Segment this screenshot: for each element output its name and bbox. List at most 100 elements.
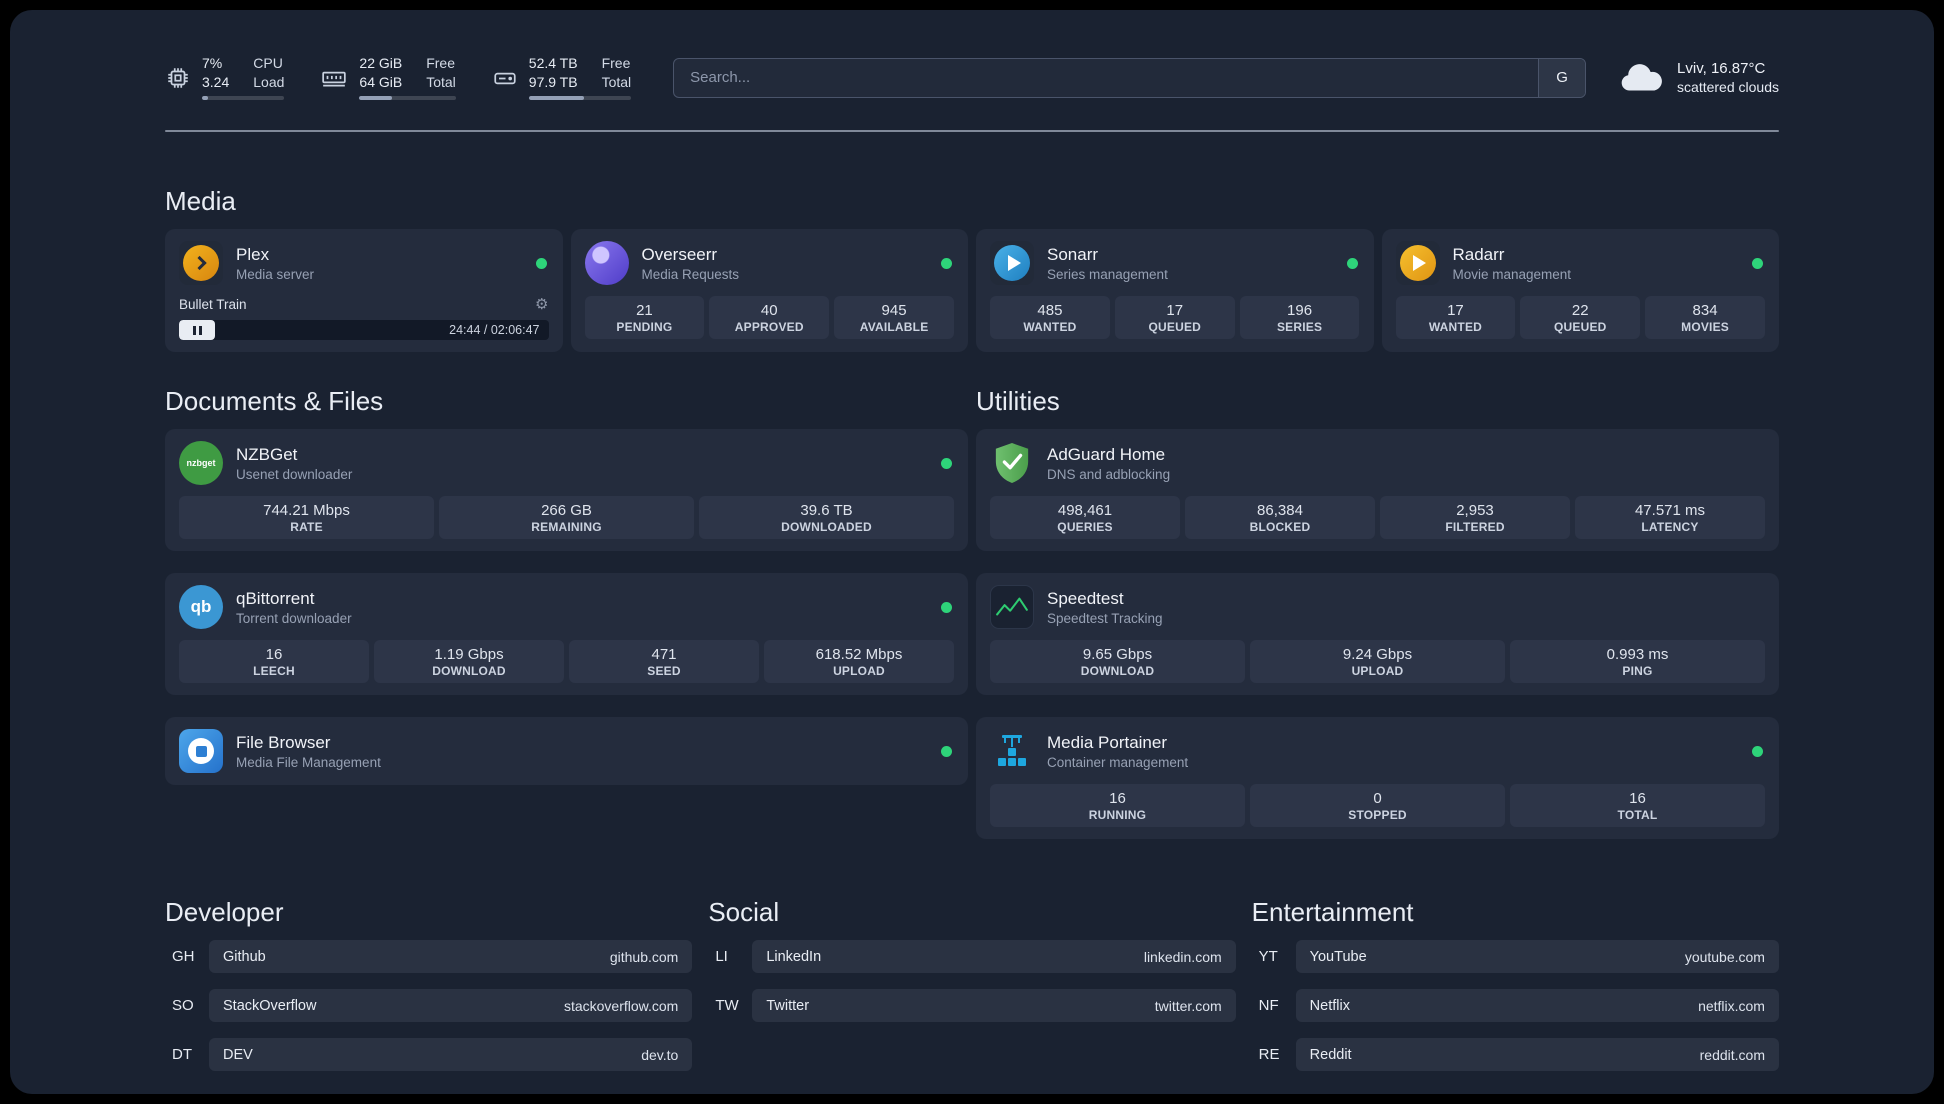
link-url: stackoverflow.com — [563, 997, 679, 1014]
portainer-icon — [990, 729, 1034, 773]
link-abbr: NF — [1258, 997, 1279, 1014]
now-playing-row: Bullet Train ⚙ — [179, 295, 549, 313]
link-abbr: SO — [172, 997, 194, 1014]
qbittorrent-icon: qb — [179, 585, 223, 629]
link-reddit[interactable]: Reddit reddit.com — [1295, 1038, 1779, 1071]
app-card-nzbget[interactable]: nzbget NZBGet Usenet downloader 744.21 M… — [165, 429, 968, 551]
stat-value: 471 — [651, 646, 677, 663]
link-url: linkedin.com — [1143, 948, 1222, 965]
ram-label-top: Free — [426, 55, 456, 71]
stats-row: 485 WANTED 17 QUEUED 196 SERIES — [990, 296, 1360, 339]
status-dot — [941, 601, 952, 613]
disk-icon — [492, 65, 518, 91]
disk-stats-body: 52.4 TB Free 97.9 TB Total — [528, 55, 632, 100]
utilities-section: Utilities AdGuard Home DNS and adblockin… — [976, 386, 1779, 839]
link-twitter[interactable]: Twitter twitter.com — [752, 989, 1236, 1022]
stat-label: AVAILABLE — [859, 320, 929, 334]
playback-progress-bar[interactable]: 24:44 / 02:06:47 — [179, 320, 549, 340]
link-name: Twitter — [766, 997, 810, 1014]
status-dot — [1752, 745, 1763, 757]
link-url: github.com — [609, 948, 679, 965]
stat-value: 17 — [1447, 302, 1464, 319]
gear-icon[interactable]: ⚙ — [535, 295, 548, 313]
nzbget-icon: nzbget — [179, 441, 223, 485]
link-item: RE Reddit reddit.com — [1252, 1038, 1779, 1071]
stat-tile: 9.24 Gbps UPLOAD — [1250, 640, 1505, 683]
stat-label: RUNNING — [1088, 808, 1147, 822]
link-netflix[interactable]: Netflix netflix.com — [1295, 989, 1779, 1022]
cpu-stats: 7% CPU 3.24 Load — [165, 55, 285, 100]
link-url: twitter.com — [1154, 997, 1222, 1014]
developer-section: Developer GH Github github.com SO StackO… — [165, 897, 693, 1071]
stat-tile: 16 RUNNING — [990, 784, 1245, 827]
link-github[interactable]: Github github.com — [209, 940, 693, 973]
link-linkedin[interactable]: LinkedIn linkedin.com — [752, 940, 1236, 973]
status-dot — [1752, 257, 1763, 269]
stat-tile: 471 SEED — [569, 640, 759, 683]
app-text: AdGuard Home DNS and adblocking — [1047, 445, 1765, 482]
stat-label: SERIES — [1276, 320, 1323, 334]
weather-widget: Lviv, 16.87°C scattered clouds — [1618, 60, 1779, 95]
app-text: NZBGet Usenet downloader — [236, 445, 928, 482]
card-header: File Browser Media File Management — [179, 729, 954, 773]
ram-free: 22 GiB — [359, 55, 403, 71]
stat-label: FILTERED — [1445, 520, 1505, 534]
app-card-adguard[interactable]: AdGuard Home DNS and adblocking 498,461 … — [976, 429, 1779, 551]
status-dot — [941, 457, 952, 469]
link-stackoverflow[interactable]: StackOverflow stackoverflow.com — [209, 989, 693, 1022]
pause-icon[interactable] — [179, 320, 215, 340]
topbar: 7% CPU 3.24 Load 22 GiB Free 64 GiB Tota… — [165, 10, 1779, 100]
link-abbr: GH — [172, 948, 195, 965]
link-youtube[interactable]: YouTube youtube.com — [1295, 940, 1779, 973]
app-text: qBittorrent Torrent downloader — [236, 589, 928, 626]
link-dev[interactable]: DEV dev.to — [209, 1038, 693, 1071]
app-card-portainer[interactable]: Media Portainer Container management 16 … — [976, 717, 1779, 839]
link-url: youtube.com — [1684, 948, 1765, 965]
card-header: Media Portainer Container management — [990, 729, 1765, 773]
link-item: DT DEV dev.to — [165, 1038, 693, 1071]
stat-tile: 744.21 Mbps RATE — [179, 496, 434, 539]
disk-usage-bar — [528, 96, 632, 100]
app-card-qbittorrent[interactable]: qb qBittorrent Torrent downloader 16 LEE… — [165, 573, 968, 695]
stat-label: RATE — [290, 520, 323, 534]
weather-text: Lviv, 16.87°C scattered clouds — [1677, 60, 1779, 95]
stat-value: 86,384 — [1257, 502, 1303, 519]
stat-tile: 945 AVAILABLE — [834, 296, 954, 339]
stat-label: WANTED — [1428, 320, 1483, 334]
stat-tile: 0 STOPPED — [1250, 784, 1505, 827]
app-card-plex[interactable]: Plex Media server Bullet Train ⚙ 24:44 /… — [165, 229, 563, 352]
stat-tile: 0.993 ms PING — [1510, 640, 1765, 683]
app-name: Overseerr — [641, 244, 718, 264]
utilities-section-title: Utilities — [976, 386, 1060, 416]
qbittorrent-icon-text: qb — [190, 597, 212, 616]
stat-tile: 196 SERIES — [1239, 296, 1360, 339]
link-name: YouTube — [1309, 948, 1367, 965]
stat-label: DOWNLOADED — [781, 520, 872, 534]
app-card-sonarr[interactable]: Sonarr Series management 485 WANTED 17 Q… — [976, 229, 1374, 352]
stat-tile: 2,953 FILTERED — [1380, 496, 1570, 539]
stat-label: MOVIES — [1681, 320, 1730, 334]
disk-stats: 52.4 TB Free 97.9 TB Total — [492, 55, 632, 100]
app-card-radarr[interactable]: Radarr Movie management 17 WANTED 22 QUE… — [1381, 229, 1779, 352]
status-dot — [1346, 257, 1358, 269]
cpu-label-top: CPU — [253, 55, 283, 71]
app-card-speedtest[interactable]: Speedtest Speedtest Tracking 9.65 Gbps D… — [976, 573, 1779, 695]
app-card-overseerr[interactable]: Overseerr Media Requests 21 PENDING 40 A… — [570, 229, 968, 352]
search-engine-button[interactable]: G — [1538, 58, 1586, 97]
app-card-filebrowser[interactable]: File Browser Media File Management — [165, 717, 968, 785]
stat-value: 1.19 Gbps — [434, 646, 504, 663]
stats-row: 17 WANTED 22 QUEUED 834 MOVIES — [1395, 296, 1766, 339]
stats-row: 9.65 Gbps DOWNLOAD 9.24 Gbps UPLOAD 0.99… — [990, 640, 1765, 683]
weather-location: Lviv, 16.87°C — [1677, 60, 1766, 77]
stat-value: 485 — [1037, 302, 1063, 319]
topbar-divider — [165, 130, 1779, 132]
stat-value: 618.52 Mbps — [815, 646, 903, 663]
stat-label: BLOCKED — [1249, 520, 1311, 534]
search-input[interactable] — [674, 58, 1539, 97]
link-item: NF Netflix netflix.com — [1252, 989, 1779, 1022]
stat-value: 0.993 ms — [1606, 646, 1669, 663]
filebrowser-icon — [179, 729, 223, 773]
cpu-stats-body: 7% CPU 3.24 Load — [202, 55, 285, 100]
stats-row: 21 PENDING 40 APPROVED 945 AVAILABLE — [584, 296, 955, 339]
stat-label: TOTAL — [1617, 808, 1658, 822]
